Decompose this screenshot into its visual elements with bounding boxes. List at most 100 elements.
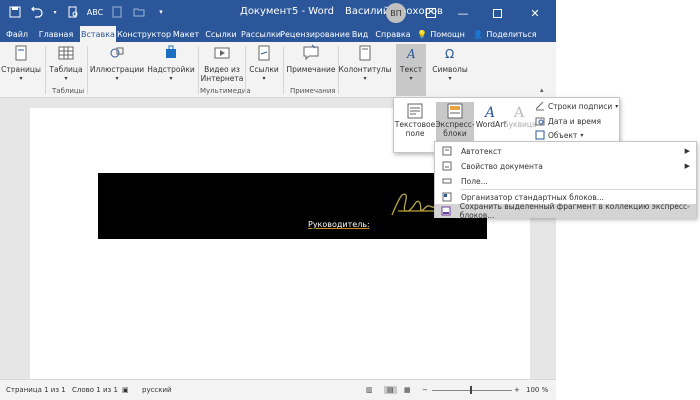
header-footer-icon xyxy=(359,45,371,61)
dropcap-label: Буквица xyxy=(503,120,537,129)
tab-home[interactable]: Главная xyxy=(38,26,74,42)
close-icon[interactable]: ✕ xyxy=(518,0,552,26)
menu-item-save-selection[interactable]: Сохранить выделенный фрагмент в коллекци… xyxy=(435,202,696,220)
zoom-in-icon[interactable]: + xyxy=(514,386,520,394)
text-icon: A xyxy=(406,47,416,61)
submenu-arrow-icon: ▶ xyxy=(684,162,690,170)
signature-line-button[interactable]: Строки подписи ▾ xyxy=(535,101,618,111)
tab-insert[interactable]: Вставка xyxy=(80,26,116,42)
textbox-icon xyxy=(407,103,423,119)
chevron-down-icon: ▾ xyxy=(19,75,23,82)
ribbon-tabs: Файл Главная Вставка Конструктор Макет С… xyxy=(0,26,556,42)
field-icon xyxy=(441,176,453,186)
web-layout-icon[interactable]: ▦ xyxy=(404,386,411,394)
new-document-icon[interactable] xyxy=(110,5,124,19)
text-button[interactable]: A Текст ▾ xyxy=(396,44,426,96)
tab-design[interactable]: Конструктор xyxy=(117,26,171,42)
header-footer-button[interactable]: Колонтитулы ▾ xyxy=(339,44,391,83)
chevron-down-icon: ▾ xyxy=(409,75,413,82)
word-window: ▾ ABC ▾ Документ5 - Word Василий Прохоро… xyxy=(0,0,700,400)
menu-item-label: Организатор стандартных блоков... xyxy=(461,192,604,202)
zoom-thumb[interactable] xyxy=(470,386,472,394)
wordart-button[interactable]: A WordArt xyxy=(476,102,506,129)
menu-item-autotext[interactable]: Автотекст ▶ xyxy=(435,144,696,158)
print-layout-icon[interactable]: ▤ xyxy=(384,386,397,394)
online-video-label-1: Видео из xyxy=(204,65,240,74)
status-bar: Страница 1 из 1 Слово 1 из 1 ▣ русский ▥… xyxy=(0,379,556,400)
table-icon xyxy=(58,46,74,60)
symbols-button[interactable]: Ω Символы ▾ xyxy=(430,44,470,83)
comment-button[interactable]: Примечание xyxy=(286,44,336,74)
document-title: Документ5 - Word xyxy=(240,6,334,17)
comments-group-label: Примечания xyxy=(290,87,336,95)
zoom-slider[interactable] xyxy=(432,390,512,391)
avatar[interactable]: ВП xyxy=(386,3,406,23)
autotext-icon xyxy=(441,146,453,156)
tab-assistant[interactable]: 💡 Помощн xyxy=(417,26,465,42)
links-button[interactable]: Ссылки ▾ xyxy=(248,44,280,83)
illustrations-button[interactable]: Иллюстрации ▾ xyxy=(90,44,144,83)
zoom-out-icon[interactable]: − xyxy=(422,386,428,394)
online-video-label-2: Интернета xyxy=(200,74,244,83)
pages-button[interactable]: Страницы ▾ xyxy=(1,44,41,83)
date-time-button[interactable]: Дата и время xyxy=(535,116,601,126)
tab-mailings[interactable]: Рассылки xyxy=(241,26,281,42)
link-icon xyxy=(258,45,270,61)
share-button[interactable]: 👤 Поделиться xyxy=(470,26,540,42)
date-time-label: Дата и время xyxy=(548,116,602,126)
signature-block[interactable]: Руководитель: xyxy=(98,173,487,239)
zoom-level[interactable]: 100 % xyxy=(526,386,548,394)
video-icon xyxy=(214,47,230,59)
language[interactable]: русский xyxy=(142,386,172,394)
ribbon-display-options-icon[interactable] xyxy=(420,0,442,26)
comment-icon xyxy=(303,44,319,61)
menu-item-document-property[interactable]: Свойство документа ▶ xyxy=(435,159,696,173)
minimize-icon[interactable]: — xyxy=(448,0,478,26)
chevron-down-icon: ▾ xyxy=(115,75,119,82)
omega-icon: Ω xyxy=(445,47,454,61)
table-button[interactable]: Таблица ▾ xyxy=(49,44,83,83)
svg-text:A: A xyxy=(406,47,416,61)
title-bar: ▾ ABC ▾ Документ5 - Word Василий Прохоро… xyxy=(0,0,556,26)
proofing-icon[interactable]: ▣ xyxy=(122,386,129,394)
page-count[interactable]: Страница 1 из 1 xyxy=(6,386,66,394)
undo-icon[interactable] xyxy=(30,5,44,19)
pages-label: Страницы xyxy=(1,65,41,74)
tab-layout[interactable]: Макет xyxy=(172,26,200,42)
tab-references[interactable]: Ссылки xyxy=(205,26,236,42)
organizer-icon xyxy=(441,192,453,202)
tab-view[interactable]: Вид xyxy=(350,26,370,42)
tab-help[interactable]: Справка xyxy=(375,26,410,42)
dropcap-button[interactable]: A Буквица xyxy=(503,102,537,129)
quickparts-icon xyxy=(447,103,463,119)
object-icon xyxy=(535,130,545,140)
read-mode-icon[interactable]: ▥ xyxy=(366,386,373,394)
tab-review[interactable]: Рецензирование xyxy=(280,26,350,42)
addins-button[interactable]: Надстройки ▾ xyxy=(147,44,195,83)
word-count[interactable]: Слово 1 из 1 xyxy=(72,386,118,394)
pages-icon xyxy=(15,45,27,61)
save-selection-icon xyxy=(441,206,452,216)
shapes-icon xyxy=(110,47,124,58)
collapse-ribbon-icon[interactable]: ▴ xyxy=(540,86,544,94)
open-icon[interactable] xyxy=(132,5,146,19)
save-icon[interactable] xyxy=(8,5,22,19)
maximize-icon[interactable] xyxy=(482,0,512,26)
tables-group-label: Таблицы xyxy=(52,87,85,95)
undo-dropdown-icon[interactable]: ▾ xyxy=(52,5,58,19)
textbox-button[interactable]: Текстовое поле xyxy=(395,102,435,138)
links-label: Ссылки xyxy=(249,65,279,74)
tab-file[interactable]: Файл xyxy=(4,26,30,42)
customize-qat-icon[interactable]: ▾ xyxy=(154,5,168,19)
group-separator xyxy=(198,46,199,94)
spelling-icon[interactable]: ABC xyxy=(87,5,103,19)
chevron-down-icon: ▾ xyxy=(448,75,452,82)
menu-item-field[interactable]: Поле... xyxy=(435,174,696,188)
table-label: Таблица xyxy=(49,65,83,74)
online-video-button[interactable]: Видео из Интернета xyxy=(200,44,244,83)
dropcap-icon: A xyxy=(513,105,525,120)
print-preview-icon[interactable] xyxy=(66,5,80,19)
textbox-label-2: поле xyxy=(405,129,425,138)
object-button[interactable]: Объект ▾ xyxy=(535,130,583,140)
text-label: Текст xyxy=(399,65,423,74)
